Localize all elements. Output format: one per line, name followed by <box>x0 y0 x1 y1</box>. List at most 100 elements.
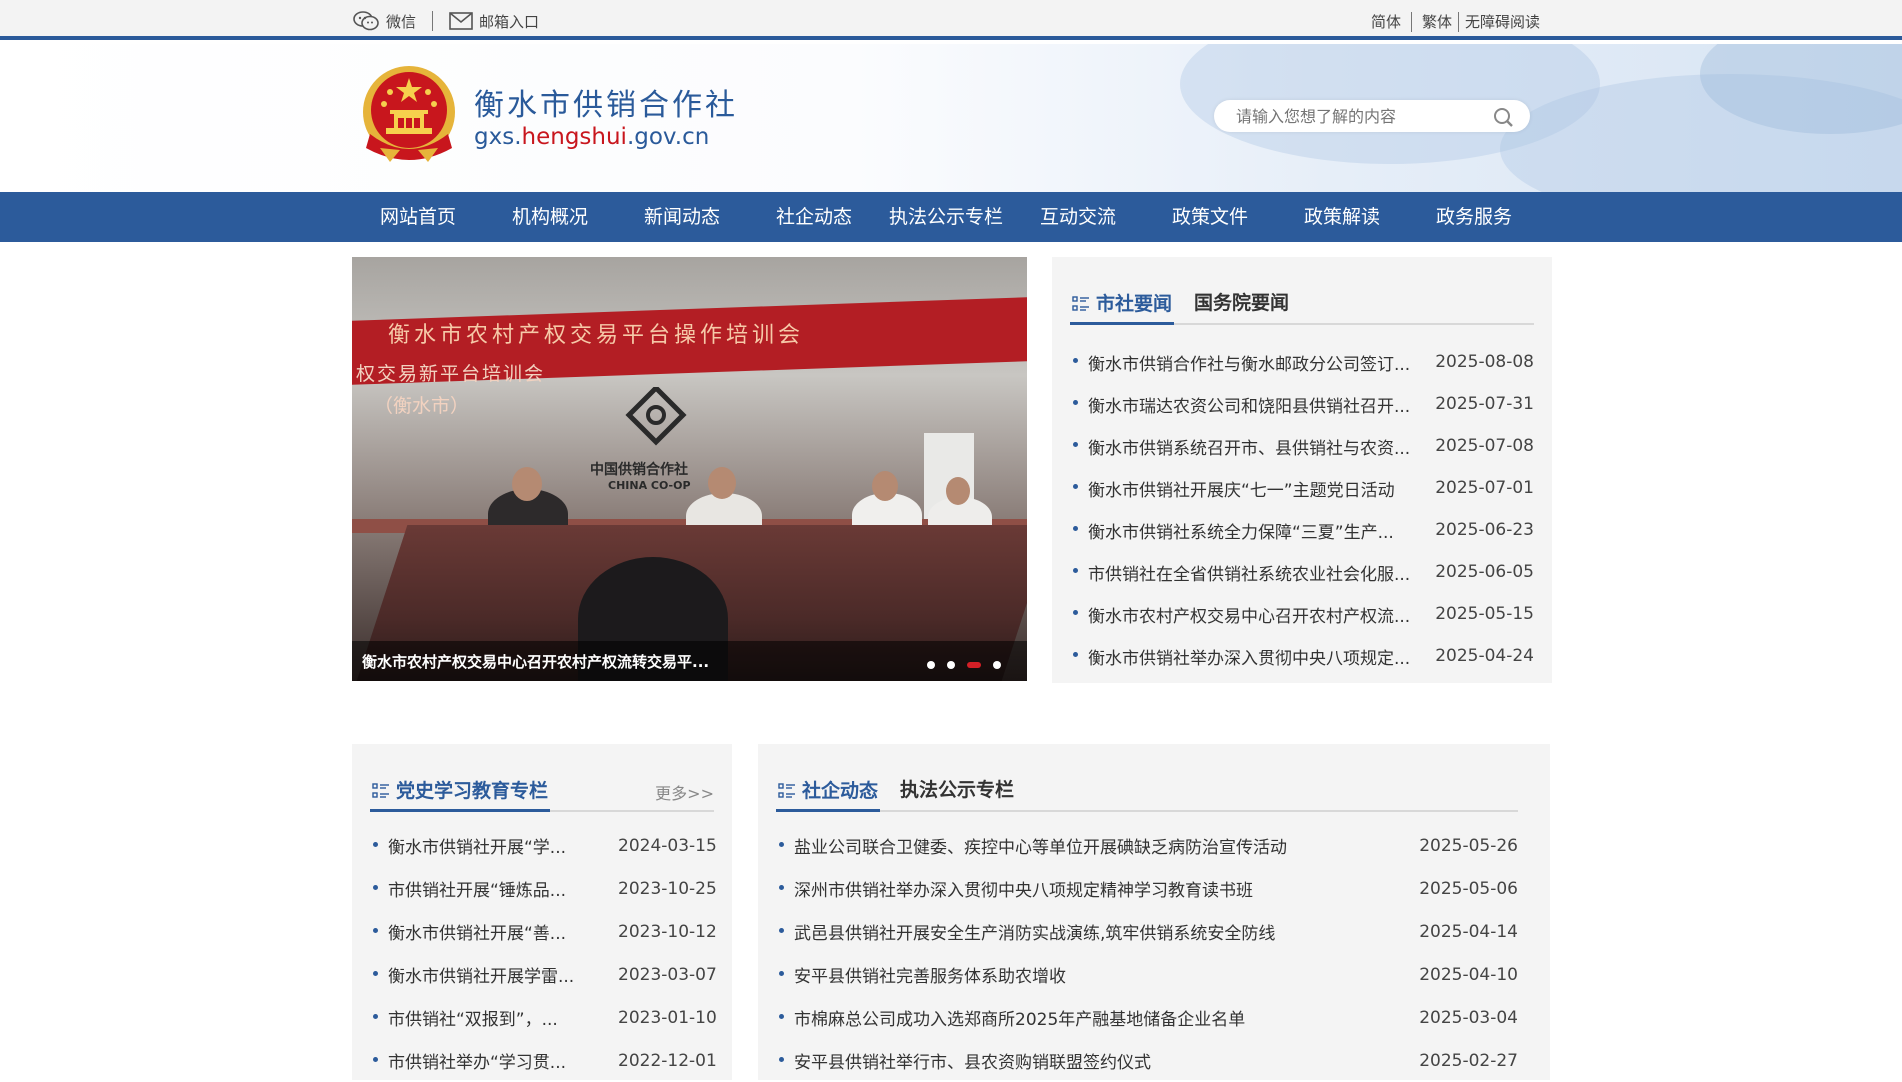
list-item[interactable]: 盐业公司联合卫健委、疾控中心等单位开展碘缺乏病防治宣传活动 2025-05-26 <box>776 824 1518 867</box>
list-item-title[interactable]: 市供销社“双报到”，... <box>388 1005 558 1030</box>
list-item-date: 2023-03-07 <box>618 964 717 985</box>
simplified-chinese-link[interactable]: 简体 <box>1371 11 1401 32</box>
list-item-title[interactable]: 衡水市供销社开展庆“七一”主题党日活动 <box>1088 476 1395 501</box>
search-box <box>1214 100 1530 132</box>
list-item[interactable]: 衡水市供销系统召开市、县供销社与农资... 2025-07-08 <box>1070 425 1534 467</box>
list-item[interactable]: 衡水市供销社开展“学... 2024-03-15 <box>370 824 717 867</box>
search-icon[interactable] <box>1492 106 1514 128</box>
nav-item-enterprise-news[interactable]: 社企动态 <box>748 192 880 242</box>
wechat-link[interactable]: 微信 <box>352 10 416 32</box>
carousel-dot[interactable] <box>993 661 1001 669</box>
photo-logo-text: 中国供销合作社 <box>590 462 688 478</box>
nav-item-policy-interpretation[interactable]: 政策解读 <box>1276 192 1408 242</box>
list-item[interactable]: 市棉麻总公司成功入选郑商所2025年产融基地储备企业名单 2025-03-04 <box>776 996 1518 1039</box>
carousel-dots <box>927 661 1001 669</box>
list-item-title[interactable]: 深州市供销社举办深入贯彻中央八项规定精神学习教育读书班 <box>794 876 1253 901</box>
tab-enterprise-news[interactable]: 社企动态 <box>776 772 881 812</box>
more-link[interactable]: 更多>> <box>655 780 714 804</box>
tab-party-history[interactable]: 党史学习教育专栏 <box>370 772 551 812</box>
list-item[interactable]: 衡水市供销社开展“善... 2023-10-12 <box>370 910 717 953</box>
nav-item-news[interactable]: 新闻动态 <box>616 192 748 242</box>
divider <box>1457 11 1459 32</box>
list-item-title[interactable]: 衡水市农村产权交易中心召开农村产权流... <box>1088 602 1410 627</box>
list-item[interactable]: 市供销社在全省供销社系统农业社会化服... 2025-06-05 <box>1070 551 1534 593</box>
list-item[interactable]: 衡水市供销社举办深入贯彻中央八项规定... 2025-04-24 <box>1070 635 1534 677</box>
traditional-chinese-link[interactable]: 繁体 <box>1422 11 1452 32</box>
list-item[interactable]: 市供销社“双报到”，... 2023-01-10 <box>370 996 717 1039</box>
nav-item-policy-documents[interactable]: 政策文件 <box>1144 192 1276 242</box>
national-emblem-icon[interactable] <box>360 64 458 168</box>
list-item-date: 2025-03-04 <box>1419 1007 1518 1028</box>
accessible-reading-link[interactable]: 无障碍阅读 <box>1465 11 1540 32</box>
carousel-caption-text[interactable]: 衡水市农村产权交易中心召开农村产权流转交易平... <box>362 651 709 672</box>
list-item[interactable]: 市供销社开展“锤炼品... 2023-10-25 <box>370 867 717 910</box>
nav-item-interaction[interactable]: 互动交流 <box>1012 192 1144 242</box>
news-panel: 市社要闻 国务院要闻 衡水市供销合作社与衡水邮政分公司签订... 2025-08-… <box>1052 257 1552 683</box>
mailbox-label: 邮箱入口 <box>479 12 540 31</box>
list-item[interactable]: 安平县供销社举行市、县农资购销联盟签约仪式 2025-02-27 <box>776 1039 1518 1082</box>
wechat-icon <box>353 11 379 31</box>
list-item[interactable]: 安平县供销社完善服务体系助农增收 2025-04-10 <box>776 953 1518 996</box>
wechat-label: 微信 <box>386 12 417 31</box>
list-item-date: 2025-05-15 <box>1435 604 1534 624</box>
domain-highlight: hengshui <box>521 124 627 150</box>
news-carousel[interactable]: 衡水市农村产权交易平台操作培训会 权交易新平台培训会 （衡水市） 中国供销合作社… <box>352 257 1027 681</box>
list-item-title[interactable]: 市供销社开展“锤炼品... <box>388 876 566 901</box>
list-item[interactable]: 衡水市瑞达农资公司和饶阳县供销社召开... 2025-07-31 <box>1070 383 1534 425</box>
list-item-date: 2025-04-10 <box>1419 964 1518 985</box>
list-item-title[interactable]: 市供销社举办“学习贯... <box>388 1048 566 1073</box>
list-item-title[interactable]: 盐业公司联合卫健委、疾控中心等单位开展碘缺乏病防治宣传活动 <box>794 833 1287 858</box>
list-item-title[interactable]: 衡水市供销社开展“学... <box>388 833 566 858</box>
list-item[interactable]: 市供销社举办“学习贯... 2022-12-01 <box>370 1039 717 1082</box>
list-item[interactable]: 衡水市供销社开展庆“七一”主题党日活动 2025-07-01 <box>1070 467 1534 509</box>
list-item-title[interactable]: 安平县供销社举行市、县农资购销联盟签约仪式 <box>794 1048 1151 1073</box>
party-panel-tabs: 党史学习教育专栏 更多>> <box>370 772 714 812</box>
list-item-date: 2024-03-15 <box>618 835 717 856</box>
nav-item-law-enforcement[interactable]: 执法公示专栏 <box>880 192 1012 242</box>
list-item[interactable]: 衡水市农村产权交易中心召开农村产权流... 2025-05-15 <box>1070 593 1534 635</box>
photo-person-head <box>872 471 898 501</box>
list-item[interactable]: 衡水市供销社系统全力保障“三夏”生产... 2025-06-23 <box>1070 509 1534 551</box>
tab-law-enforcement[interactable]: 执法公示专栏 <box>898 770 1016 810</box>
list-item-date: 2025-06-05 <box>1435 562 1534 582</box>
list-item[interactable]: 武邑县供销社开展安全生产消防实战演练,筑牢供销系统安全防线 2025-04-14 <box>776 910 1518 953</box>
list-item-title[interactable]: 衡水市瑞达农资公司和饶阳县供销社召开... <box>1088 392 1410 417</box>
party-list: 衡水市供销社开展“学... 2024-03-15 市供销社开展“锤炼品... 202… <box>370 824 717 1082</box>
list-item-title[interactable]: 市棉麻总公司成功入选郑商所2025年产融基地储备企业名单 <box>794 1005 1245 1030</box>
list-item-title[interactable]: 衡水市供销社开展“善... <box>388 919 566 944</box>
list-item-title[interactable]: 安平县供销社完善服务体系助农增收 <box>794 962 1066 987</box>
tab-city-news[interactable]: 市社要闻 <box>1070 285 1175 325</box>
enterprise-news-panel: 社企动态 执法公示专栏 盐业公司联合卫健委、疾控中心等单位开展碘缺乏病防治宣传活… <box>758 744 1550 1080</box>
photo-screen-text: 权交易新平台培训会 <box>356 363 546 385</box>
search-input[interactable] <box>1236 105 1476 127</box>
tab-label: 社企动态 <box>802 779 879 802</box>
list-item-title[interactable]: 衡水市供销合作社与衡水邮政分公司签订... <box>1088 350 1410 375</box>
carousel-dot-active[interactable] <box>967 662 981 668</box>
list-item[interactable]: 深州市供销社举办深入贯彻中央八项规定精神学习教育读书班 2025-05-06 <box>776 867 1518 910</box>
list-item[interactable]: 衡水市供销社开展学雷... 2023-03-07 <box>370 953 717 996</box>
list-icon <box>778 782 795 798</box>
mailbox-link[interactable]: 邮箱入口 <box>449 11 539 32</box>
list-item[interactable]: 衡水市供销合作社与衡水邮政分公司签订... 2025-08-08 <box>1070 341 1534 383</box>
list-item-title[interactable]: 衡水市供销社系统全力保障“三夏”生产... <box>1088 518 1394 543</box>
nav-item-organization[interactable]: 机构概况 <box>484 192 616 242</box>
carousel-dot[interactable] <box>947 661 955 669</box>
list-item-date: 2025-05-06 <box>1419 878 1518 899</box>
nav-item-government-services[interactable]: 政务服务 <box>1408 192 1540 242</box>
nav-item-home[interactable]: 网站首页 <box>352 192 484 242</box>
list-item-title[interactable]: 市供销社在全省供销社系统农业社会化服... <box>1088 560 1410 585</box>
top-right-links: 简体 繁体 无障碍阅读 <box>1371 11 1540 32</box>
photo-banner-text: 衡水市农村产权交易平台操作培训会 <box>388 323 805 348</box>
list-item-title[interactable]: 衡水市供销系统召开市、县供销社与农资... <box>1088 434 1410 459</box>
list-item-date: 2025-07-31 <box>1435 394 1534 414</box>
divider <box>1410 11 1412 32</box>
list-item-title[interactable]: 武邑县供销社开展安全生产消防实战演练,筑牢供销系统安全防线 <box>794 919 1275 944</box>
list-item-date: 2025-05-26 <box>1419 835 1518 856</box>
tab-state-council-news[interactable]: 国务院要闻 <box>1192 283 1291 323</box>
list-item-title[interactable]: 衡水市供销社举办深入贯彻中央八项规定... <box>1088 644 1410 669</box>
carousel-caption[interactable]: 衡水市农村产权交易中心召开农村产权流转交易平... <box>352 641 1027 681</box>
photo-person-head <box>708 467 736 499</box>
list-item-title[interactable]: 衡水市供销社开展学雷... <box>388 962 574 987</box>
site-name: 衡水市供销合作社 <box>474 88 738 123</box>
carousel-dot[interactable] <box>927 661 935 669</box>
